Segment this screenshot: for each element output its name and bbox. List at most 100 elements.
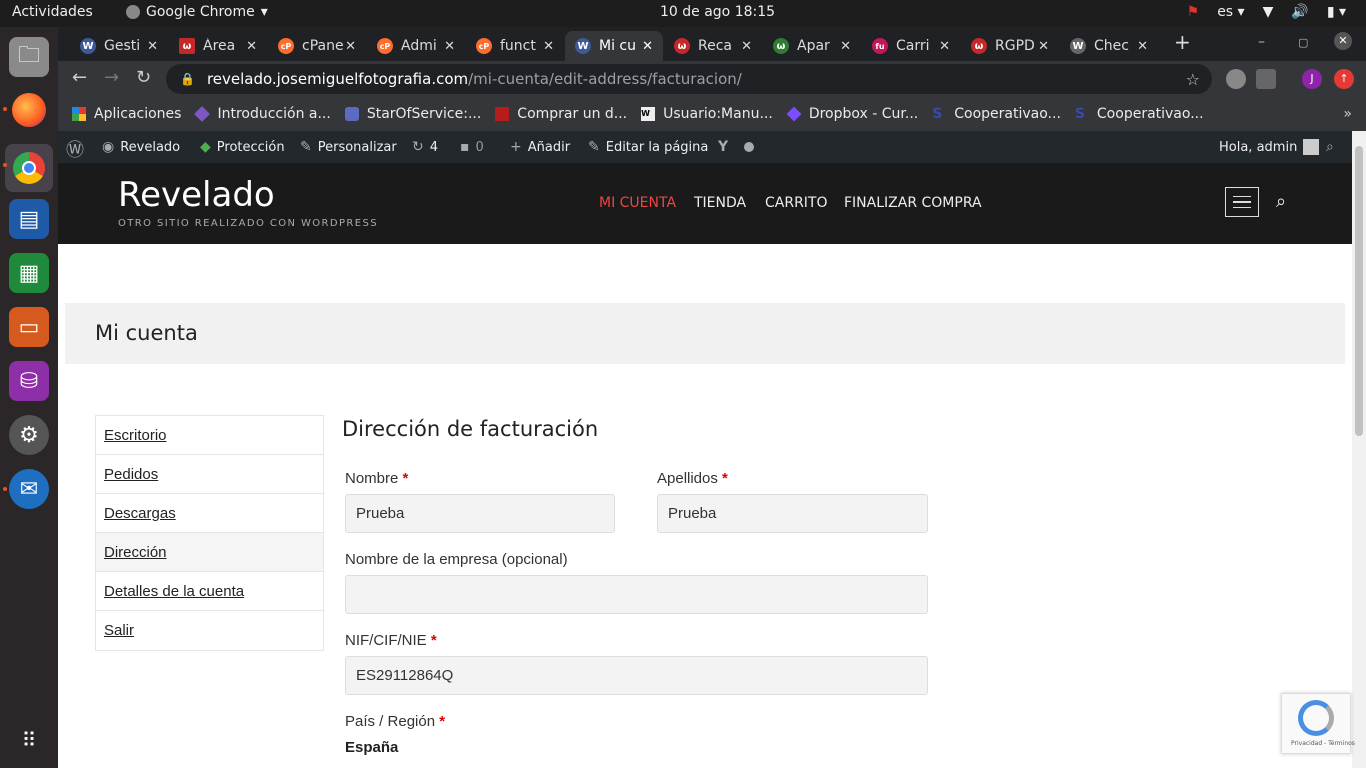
close-window-button[interactable]: ✕ [1334,32,1352,50]
browser-tab[interactable]: W Chec ✕ [1060,31,1158,61]
browser-tab[interactable]: cP cPane ✕ [268,31,366,61]
app-menu[interactable]: Google Chrome ▾ [126,4,268,20]
browser-tab[interactable]: ω Área ✕ [169,31,267,61]
bookmark-item[interactable]: StarOfService:... [344,106,481,122]
bookmark-item[interactable]: Comprar un d... [495,106,627,122]
admin-account-menu[interactable]: Hola, admin [1219,139,1320,155]
browser-tab[interactable]: cP funct ✕ [466,31,564,61]
scrollbar-thumb[interactable] [1355,146,1363,436]
bookmark-item[interactable]: S Cooperativao... [1075,106,1204,122]
plus-icon: + [510,139,522,155]
admin-site-link[interactable]: ◉ Revelado [102,139,180,155]
hamburger-menu-icon[interactable] [1225,187,1259,217]
update-icon[interactable]: ↑ [1334,69,1354,89]
close-icon[interactable]: ✕ [345,39,356,54]
admin-protection-link[interactable]: ◆ Protección [200,139,285,155]
forward-button[interactable]: → [104,67,119,88]
close-icon[interactable]: ✕ [741,39,752,54]
bookmark-item[interactable]: Dropbox - Cur... [786,106,918,122]
tab-strip: W Gesti ✕ ω Área ✕ cP cPane ✕ cP Admi ✕ cP funct ✕… [58,27,1366,61]
search-icon[interactable]: ⌕ [1276,191,1286,212]
browser-tab[interactable]: ω Reca ✕ [664,31,762,61]
close-icon[interactable]: ✕ [1038,39,1049,54]
nav-mi-cuenta[interactable]: MI CUENTA [599,195,676,211]
impress-icon[interactable]: ▭ [9,307,49,347]
account-nav-direccion[interactable]: Dirección [96,533,323,572]
bookmarks-overflow-icon[interactable]: » [1343,106,1352,122]
back-button[interactable]: ← [72,67,87,88]
writer-icon[interactable]: ▤ [9,199,49,239]
account-nav-escritorio[interactable]: Escritorio [96,416,323,455]
account-nav-descargas[interactable]: Descargas [96,494,323,533]
browser-tab[interactable]: cP Admi ✕ [367,31,465,61]
tab-title: Admi [401,38,437,54]
browser-tab[interactable]: fu Carri ✕ [862,31,960,61]
system-tray[interactable]: ⚑ es ▾ ▼ 🔊 ▮ ▾ [1187,4,1346,20]
chrome-icon[interactable] [5,144,53,192]
browser-tab[interactable]: ω RGPD ✕ [961,31,1059,61]
close-icon[interactable]: ✕ [246,39,257,54]
wordpress-logo-icon[interactable]: Ⓦ [66,139,84,162]
yoast-icon[interactable]: Y [718,139,755,155]
admin-add-link[interactable]: + Añadir [510,139,570,155]
settings-icon[interactable]: ⚙ [9,415,49,455]
close-icon[interactable]: ✕ [642,39,653,54]
running-indicator [3,163,7,167]
activities-button[interactable]: Actividades [12,4,93,20]
maximize-button[interactable]: ▢ [1298,36,1308,49]
dropbox-icon [786,106,802,122]
bookmark-item[interactable]: Aplicaciones [72,106,181,122]
account-nav-detalles[interactable]: Detalles de la cuenta [96,572,323,611]
bookmark-item[interactable]: W Usuario:Manu... [641,106,773,122]
admin-customize-link[interactable]: ✎ Personalizar [300,139,397,155]
close-icon[interactable]: ✕ [444,39,455,54]
last-name-field[interactable]: Prueba [657,494,928,533]
firefox-icon[interactable] [9,90,49,130]
nav-tienda[interactable]: TIENDA [694,195,746,211]
reload-button[interactable]: ↻ [136,67,151,88]
base-icon[interactable]: ⛁ [9,361,49,401]
calc-icon[interactable]: ▦ [9,253,49,293]
nif-field[interactable]: ES29112864Q [345,656,928,695]
close-icon[interactable]: ✕ [1137,39,1148,54]
minimize-button[interactable]: – [1258,34,1265,50]
show-apps-icon[interactable]: ⠿ [9,720,49,760]
language-indicator[interactable]: es ▾ [1217,4,1244,20]
browser-tab[interactable]: ω Apar ✕ [763,31,861,61]
recaptcha-footer[interactable]: Privacidad - Términos [1291,740,1355,747]
bookmark-star-icon[interactable]: ☆ [1186,70,1200,89]
close-icon[interactable]: ✕ [147,39,158,54]
nav-finalizar-compra[interactable]: FINALIZAR COMPRA [844,195,982,211]
extension-code-icon[interactable] [1256,69,1276,89]
browser-tab[interactable]: W Gesti ✕ [70,31,168,61]
bookmark-icon [194,106,211,122]
system-top-bar: Actividades Google Chrome ▾ 10 de ago 18… [0,0,1366,27]
country-value: España [345,739,399,756]
account-nav-pedidos[interactable]: Pedidos [96,455,323,494]
admin-edit-page-link[interactable]: ✎ Editar la página [588,139,708,155]
admin-search-icon[interactable]: ⌕ [1326,139,1334,155]
admin-comments-link[interactable]: ▪ 0 [460,139,484,155]
page-scrollbar[interactable] [1352,131,1366,768]
clock[interactable]: 10 de ago 18:15 [660,4,775,20]
extension-gear-icon[interactable] [1226,69,1246,89]
files-icon[interactable]: 🗀 [9,37,49,77]
admin-updates-link[interactable]: ↻ 4 [412,139,438,155]
browser-tab-active[interactable]: W Mi cu ✕ [565,31,663,61]
first-name-field[interactable]: Prueba [345,494,615,533]
address-bar[interactable]: 🔒 revelado.josemiguelfotografia.com/mi-c… [166,64,1212,94]
close-icon[interactable]: ✕ [840,39,851,54]
account-nav-salir[interactable]: Salir [96,611,323,650]
close-icon[interactable]: ✕ [939,39,950,54]
site-icon: ω [179,38,195,54]
bookmark-item[interactable]: Introducción a... [194,106,331,122]
site-title[interactable]: Revelado [118,175,275,215]
bookmark-item[interactable]: S Cooperativao... [932,106,1061,122]
recaptcha-badge[interactable]: Privacidad - Términos [1281,693,1355,754]
new-tab-button[interactable]: + [1174,30,1191,54]
nav-carrito[interactable]: CARRITO [765,195,828,211]
close-icon[interactable]: ✕ [543,39,554,54]
thunderbird-icon[interactable]: ✉ [9,469,49,509]
profile-avatar[interactable]: J [1302,69,1322,89]
company-field[interactable] [345,575,928,614]
